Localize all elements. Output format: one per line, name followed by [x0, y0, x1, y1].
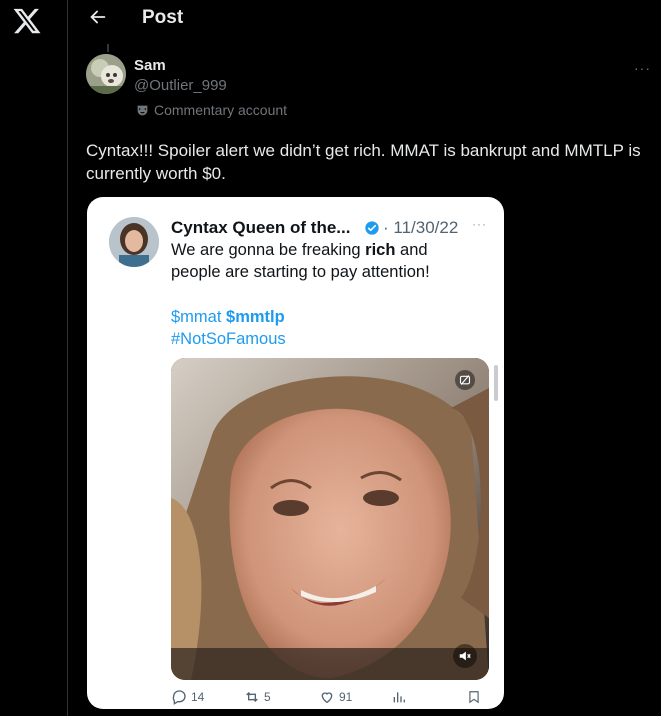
- page-header: Post: [69, 0, 661, 38]
- card-more-icon: ···: [472, 217, 487, 231]
- bookmark-action: [467, 689, 481, 705]
- mute-icon: [453, 644, 477, 668]
- post-text: Cyntax!!! Spoiler alert we didn’t get ri…: [86, 141, 641, 183]
- card-post-text: We are gonna be freaking rich and people…: [171, 239, 471, 283]
- views-action: [391, 689, 407, 705]
- like-action: 91: [319, 689, 352, 705]
- reply-action: 14: [171, 689, 204, 705]
- author-handle[interactable]: @Outlier_999: [134, 77, 227, 94]
- card-author-avatar: [109, 217, 159, 267]
- author-avatar[interactable]: [86, 54, 126, 94]
- card-author-name: Cyntax Queen of the...: [171, 218, 351, 237]
- hashtag-notsofamous: #NotSoFamous: [171, 330, 286, 348]
- repost-action: 5: [244, 689, 271, 705]
- heart-icon: [321, 692, 333, 704]
- card-action-bar: 14 5 91: [171, 689, 491, 707]
- reply-count: 14: [191, 690, 205, 704]
- card-hashtags: $mmat $mmtlp #NotSoFamous: [171, 306, 286, 350]
- embedded-post-screenshot[interactable]: Cyntax Queen of the... · 11/30/22 ··· We…: [87, 197, 504, 709]
- commentary-account-label: Commentary account: [136, 101, 287, 119]
- like-count: 91: [339, 690, 353, 704]
- views-icon: [393, 692, 405, 703]
- left-nav-rail: [0, 0, 68, 716]
- page-title: Post: [142, 7, 184, 28]
- card-date: · 11/30/22: [383, 218, 459, 237]
- repost-icon: [246, 692, 258, 702]
- card-avatar-image: [109, 217, 159, 267]
- card-scrollbar: [494, 365, 498, 401]
- theater-masks-icon: [137, 105, 148, 115]
- back-arrow-icon[interactable]: [87, 6, 109, 28]
- x-logo-icon[interactable]: [12, 6, 42, 36]
- bookmark-icon: [469, 691, 479, 704]
- video-frame-image: [171, 358, 489, 680]
- cashtag-mmtlp: $mmtlp: [226, 308, 285, 326]
- reply-icon: [172, 690, 186, 705]
- cashtag-mmat: $mmat: [171, 308, 222, 326]
- video-settings-icon: [455, 370, 475, 390]
- thread-connector-line: [107, 44, 109, 52]
- account-label-text: Commentary account: [154, 102, 288, 118]
- avatar-image: [86, 54, 126, 94]
- card-text-part: We are gonna be freaking: [171, 241, 366, 259]
- verified-badge-icon: [365, 221, 379, 235]
- repost-count: 5: [264, 690, 271, 704]
- more-options-button[interactable]: ···: [634, 60, 651, 76]
- video-player: [171, 358, 489, 680]
- author-name[interactable]: Sam: [134, 57, 166, 74]
- card-text-bold: rich: [365, 241, 396, 259]
